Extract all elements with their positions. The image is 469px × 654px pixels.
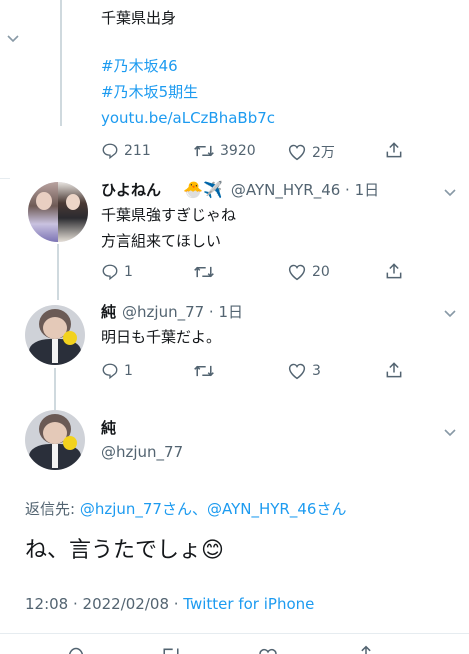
collapse-chevron-icon[interactable]	[6, 34, 20, 44]
retweet-button[interactable]: 3920	[193, 142, 256, 160]
like-button[interactable]: 2万	[287, 142, 335, 162]
share-icon[interactable]	[356, 644, 376, 654]
reply-count: 1	[124, 264, 133, 280]
reply-icon	[102, 143, 118, 160]
heart-icon	[288, 264, 306, 281]
share-icon[interactable]	[384, 140, 404, 160]
reply-button[interactable]: 1	[101, 362, 133, 380]
like-count: 20	[312, 264, 330, 280]
avatar[interactable]	[25, 305, 85, 365]
display-name[interactable]: 純	[101, 416, 116, 440]
reply-icon[interactable]	[66, 644, 86, 654]
share-icon[interactable]	[384, 261, 404, 281]
chevron-down-icon[interactable]	[442, 184, 458, 200]
retweet-icon	[194, 145, 214, 157]
display-name[interactable]: ひよねん	[101, 178, 161, 202]
reply-count: 211	[124, 143, 151, 159]
reply-to-suffix: さん、	[161, 500, 207, 518]
reply-to-user[interactable]: @AYN_HYR_46	[207, 500, 316, 518]
like-button[interactable]: 3	[287, 362, 321, 380]
like-count: 2万	[312, 145, 335, 161]
tweet-body: ね、言うたでしょ	[25, 538, 202, 563]
hashtag-link[interactable]: #乃木坂46	[101, 54, 178, 78]
reply-icon	[102, 264, 118, 281]
like-button[interactable]: 20	[287, 263, 330, 281]
reply-to-user[interactable]: @hzjun_77	[80, 500, 162, 518]
divider	[0, 633, 469, 634]
timestamp[interactable]: 12:08 · 2022/02/08 ·	[25, 595, 183, 613]
source-link[interactable]: Twitter for iPhone	[183, 595, 314, 613]
retweet-button[interactable]	[193, 362, 220, 380]
smile-emoji: 😊	[201, 538, 224, 563]
tweet-meta: 12:08 · 2022/02/08 · Twitter for iPhone	[25, 592, 314, 616]
reply-to-line: 返信先: @hzjun_77さん、@AYN_HYR_46さん	[25, 497, 346, 521]
reply-icon	[102, 363, 118, 380]
thread-line	[57, 244, 59, 300]
avatar[interactable]	[28, 182, 88, 242]
heart-icon[interactable]	[258, 645, 278, 654]
retweet-count: 3920	[220, 143, 256, 159]
retweet-icon[interactable]	[160, 644, 182, 654]
thread-line	[60, 0, 62, 126]
reply-to-suffix: さん	[316, 500, 347, 518]
retweet-icon	[194, 365, 214, 377]
like-count: 3	[312, 363, 321, 379]
main-tweet-text: ね、言うたでしょ😊	[25, 534, 224, 568]
youtube-link[interactable]: youtu.be/aLCzBhaBb7c	[101, 106, 275, 130]
tweet-text-line: 千葉県強すぎじゃね	[101, 206, 237, 224]
handle[interactable]: @hzjun_77	[101, 440, 183, 464]
heart-icon	[288, 144, 306, 161]
handle-time[interactable]: @hzjun_77 · 1日	[122, 300, 243, 324]
avatar[interactable]	[25, 410, 85, 470]
reply-count: 1	[124, 363, 133, 379]
name-emoji: 🐣✈️	[183, 180, 223, 199]
bio-line: 千葉県出身	[101, 9, 177, 27]
chevron-down-icon[interactable]	[442, 424, 458, 440]
hashtag-link[interactable]: #乃木坂5期生	[101, 80, 198, 104]
reply-button[interactable]: 211	[101, 142, 151, 160]
retweet-icon	[194, 266, 214, 278]
chevron-down-icon[interactable]	[442, 305, 458, 321]
reply-to-label: 返信先:	[25, 500, 80, 518]
handle-time[interactable]: @AYN_HYR_46 · 1日	[231, 178, 379, 202]
gutter-mark	[0, 178, 10, 179]
retweet-button[interactable]	[193, 263, 220, 281]
thread-line	[54, 368, 56, 410]
reply-button[interactable]: 1	[101, 263, 133, 281]
share-icon[interactable]	[384, 360, 404, 380]
tweet-text-line: 方言組来てほしい	[101, 232, 222, 250]
heart-icon	[288, 363, 306, 380]
display-name[interactable]: 純	[101, 300, 116, 324]
tweet-text-line: 明日も千葉だよ。	[101, 328, 222, 346]
